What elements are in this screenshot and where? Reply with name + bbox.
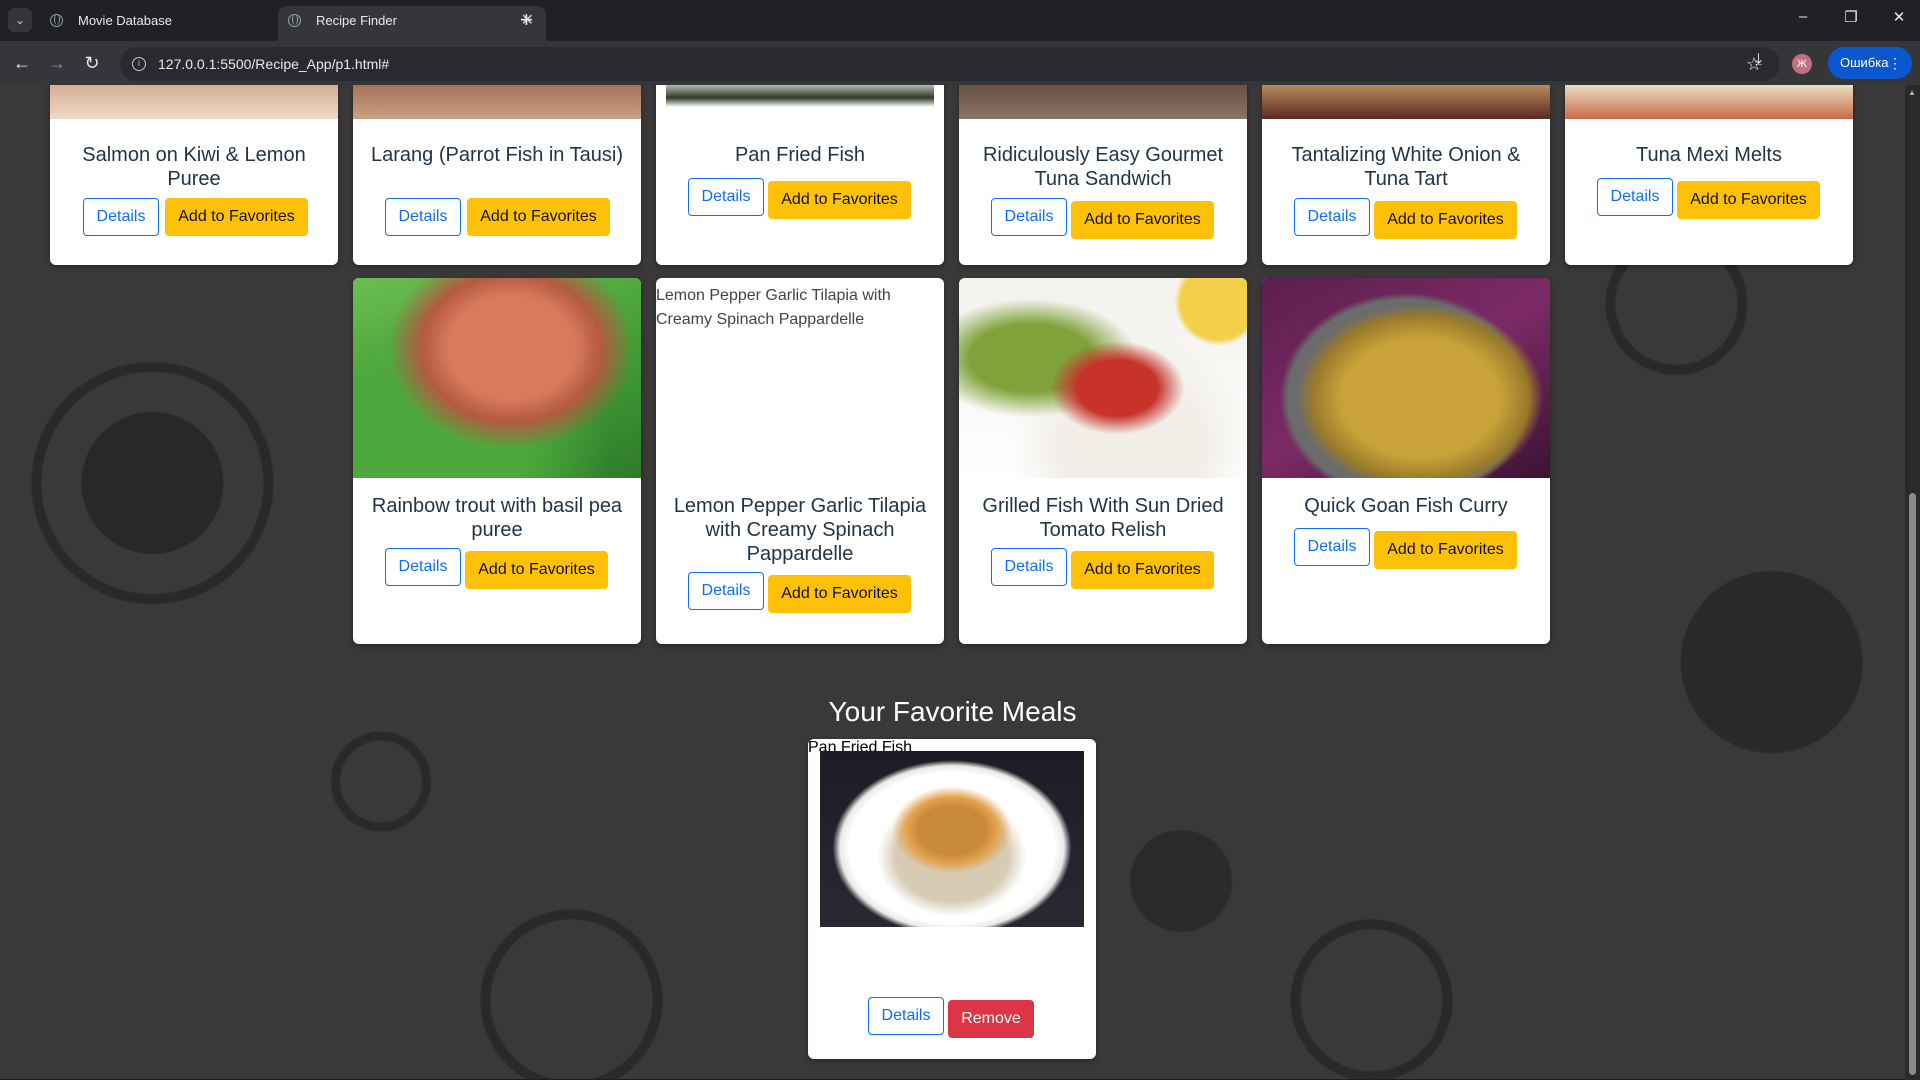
meal-image <box>353 278 641 478</box>
page-viewport: Salmon on Kiwi & Lemon Puree Details Add… <box>0 85 1905 1080</box>
details-button[interactable]: Details <box>385 198 461 236</box>
meal-card: Grilled Fish With Sun Dried Tomato Relis… <box>959 278 1247 644</box>
details-button[interactable]: Details <box>991 548 1067 586</box>
meal-title: Pan Fried Fish <box>734 144 866 166</box>
meal-image <box>959 85 1247 119</box>
add-to-favorites-button[interactable]: Add to Favorites <box>467 198 610 236</box>
meal-card: Lemon Pepper Garlic Tilapia with Creamy … <box>656 278 944 644</box>
url-text: 127.0.0.1:5500/Recipe_App/p1.html# <box>158 56 390 72</box>
reload-icon[interactable]: ↻ <box>80 51 104 75</box>
tab-search-button[interactable]: ⌄ <box>8 8 32 32</box>
new-tab-button[interactable]: + <box>520 6 533 34</box>
tab-title: Movie Database <box>78 13 172 28</box>
remove-favorite-button[interactable]: Remove <box>948 1000 1034 1038</box>
details-button[interactable]: Details <box>1294 528 1370 566</box>
details-button[interactable]: Details <box>385 548 461 586</box>
meal-card: Tuna Mexi Melts Details Add to Favorites <box>1565 85 1853 265</box>
meal-title: Tuna Mexi Melts <box>1636 144 1782 166</box>
add-to-favorites-button[interactable]: Add to Favorites <box>1071 201 1214 239</box>
meal-card: Quick Goan Fish Curry Details Add to Fav… <box>1262 278 1550 644</box>
meal-image <box>666 85 934 107</box>
meal-image <box>959 278 1247 478</box>
meal-image <box>1262 278 1550 478</box>
close-window-button[interactable]: ✕ <box>1884 8 1914 26</box>
tab-title: Recipe Finder <box>316 13 397 28</box>
details-button[interactable]: Details <box>1294 198 1370 236</box>
details-button[interactable]: Details <box>868 997 944 1035</box>
page-scrollbar[interactable]: ▲ <box>1905 85 1920 1080</box>
add-to-favorites-button[interactable]: Add to Favorites <box>465 551 608 589</box>
meal-title: Tantalizing White Onion & Tuna Tart <box>1291 144 1521 190</box>
error-label: Ошибка <box>1840 55 1889 70</box>
broken-image-alt-text: Lemon Pepper Garlic Tilapia with Creamy … <box>656 287 891 328</box>
add-to-favorites-button[interactable]: Add to Favorites <box>1677 181 1820 219</box>
details-button[interactable]: Details <box>1597 178 1673 216</box>
scroll-up-arrow-icon[interactable]: ▲ <box>1908 88 1916 97</box>
details-button[interactable]: Details <box>688 572 764 610</box>
meal-card: Tantalizing White Onion & Tuna Tart Deta… <box>1262 85 1550 265</box>
browser-toolbar: ← → ↻ i 127.0.0.1:5500/Recipe_App/p1.htm… <box>0 41 1920 85</box>
globe-icon <box>288 14 301 27</box>
meal-card: Larang (Parrot Fish in Tausi) Details Ad… <box>353 85 641 265</box>
details-button[interactable]: Details <box>688 178 764 216</box>
favorite-meal-card: Pan Fried Fish Details Remove <box>808 739 1096 1059</box>
meal-title: Rainbow trout with basil pea puree <box>371 495 623 541</box>
meal-card: Rainbow trout with basil pea puree Detai… <box>353 278 641 644</box>
details-button[interactable]: Details <box>991 198 1067 236</box>
meal-image <box>1565 85 1853 119</box>
back-arrow-icon[interactable]: ← <box>10 51 34 75</box>
meal-title: Quick Goan Fish Curry <box>1304 495 1508 517</box>
meal-title: Salmon on Kiwi & Lemon Puree <box>82 144 306 190</box>
scrollbar-thumb[interactable] <box>1909 493 1916 1075</box>
error-button[interactable]: Ошибка ⋮ <box>1828 47 1912 79</box>
meal-image <box>820 751 1084 927</box>
meal-title: Larang (Parrot Fish in Tausi) <box>371 144 623 166</box>
download-icon[interactable]: ⤓ <box>1755 51 1762 69</box>
meal-card: Pan Fried Fish Details Add to Favorites <box>656 85 944 265</box>
meal-title: Lemon Pepper Garlic Tilapia with Creamy … <box>673 495 927 565</box>
forward-arrow-icon[interactable]: → <box>45 51 69 75</box>
tab-movie-database[interactable]: Movie Database ✕ <box>40 6 308 41</box>
tab-recipe-finder[interactable]: Recipe Finder ✕ <box>278 6 546 41</box>
meal-title: Grilled Fish With Sun Dried Tomato Relis… <box>982 495 1224 541</box>
minimize-button[interactable]: – <box>1788 8 1818 25</box>
meal-title: Ridiculously Easy Gourmet Tuna Sandwich <box>982 144 1224 190</box>
add-to-favorites-button[interactable]: Add to Favorites <box>768 575 911 613</box>
meal-image <box>353 85 641 119</box>
add-to-favorites-button[interactable]: Add to Favorites <box>1071 551 1214 589</box>
tab-strip: ⌄ Movie Database ✕ Recipe Finder ✕ + – ❐… <box>0 0 1920 41</box>
meal-card: Ridiculously Easy Gourmet Tuna Sandwich … <box>959 85 1247 265</box>
meal-card: Salmon on Kiwi & Lemon Puree Details Add… <box>50 85 338 265</box>
add-to-favorites-button[interactable]: Add to Favorites <box>768 181 911 219</box>
globe-icon <box>50 14 63 27</box>
profile-avatar[interactable]: Ж <box>1792 54 1812 74</box>
add-to-favorites-button[interactable]: Add to Favorites <box>1374 531 1517 569</box>
more-menu-icon: ⋮ <box>1888 55 1902 71</box>
details-button[interactable]: Details <box>83 198 159 236</box>
restore-button[interactable]: ❐ <box>1836 8 1866 26</box>
address-bar[interactable]: i 127.0.0.1:5500/Recipe_App/p1.html# ☆ <box>120 47 1780 81</box>
favorites-heading: Your Favorite Meals <box>828 696 1077 727</box>
meal-image <box>1262 85 1550 119</box>
add-to-favorites-button[interactable]: Add to Favorites <box>165 198 308 236</box>
site-info-icon[interactable]: i <box>132 57 146 71</box>
add-to-favorites-button[interactable]: Add to Favorites <box>1374 201 1517 239</box>
meal-image <box>50 85 338 119</box>
